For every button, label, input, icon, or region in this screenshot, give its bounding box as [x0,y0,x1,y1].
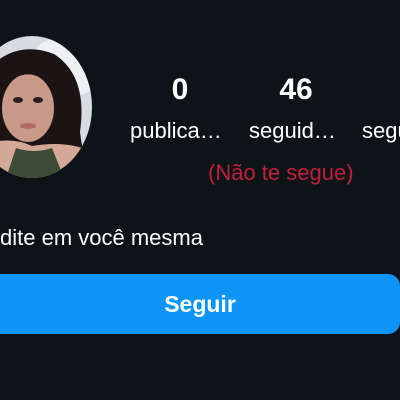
profile-screen: 0 46 publica… seguid… seguindo (Não te s… [0,0,400,400]
profile-avatar[interactable] [0,36,92,178]
followers-count[interactable]: 46 [268,72,324,108]
followers-label[interactable]: seguid… [249,116,345,146]
follow-button[interactable]: Seguir [0,274,400,334]
follows-you-status: (Não te segue) [208,160,354,185]
profile-bio: dite em você mesma [0,225,203,250]
avatar-photo [0,36,92,178]
posts-count[interactable]: 0 [160,72,200,108]
posts-label[interactable]: publica… [130,116,248,146]
following-label[interactable]: seguindo [362,116,400,146]
